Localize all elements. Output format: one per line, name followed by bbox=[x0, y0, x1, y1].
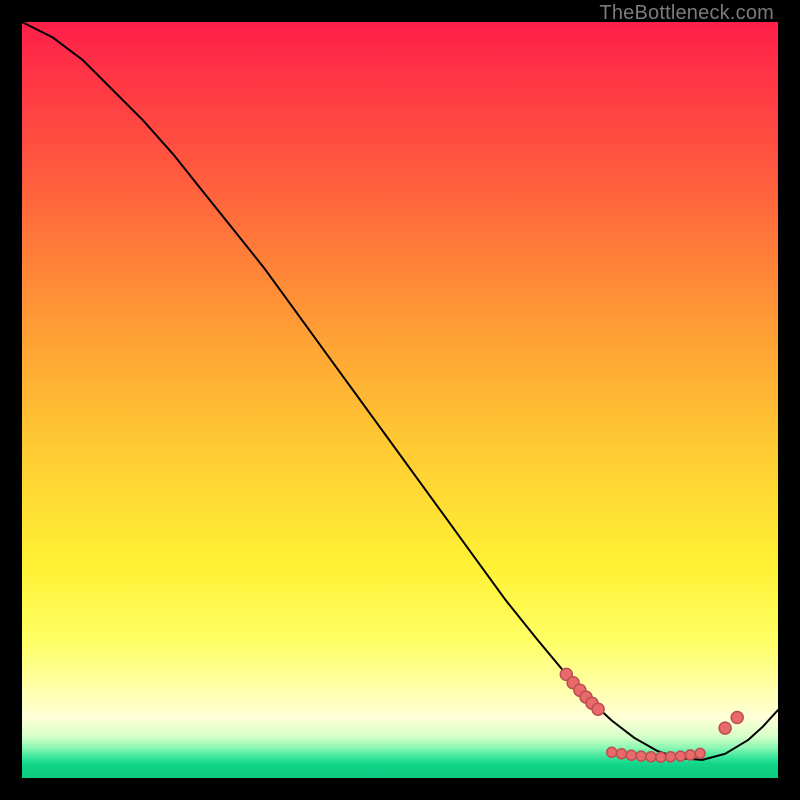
plot-area bbox=[22, 22, 778, 778]
data-marker bbox=[666, 752, 676, 762]
curve-svg bbox=[22, 22, 778, 778]
data-marker bbox=[656, 752, 666, 762]
data-marker bbox=[617, 749, 627, 759]
data-marker bbox=[607, 747, 617, 757]
data-marker bbox=[592, 703, 604, 715]
data-marker bbox=[636, 751, 646, 761]
data-marker bbox=[719, 722, 731, 734]
data-marker bbox=[731, 712, 743, 724]
data-marker bbox=[676, 751, 686, 761]
data-marker bbox=[685, 750, 695, 760]
curve-path bbox=[22, 22, 778, 760]
data-marker bbox=[626, 750, 636, 760]
data-marker bbox=[695, 748, 705, 758]
chart-frame: TheBottleneck.com bbox=[0, 0, 800, 800]
data-marker bbox=[646, 752, 656, 762]
watermark-text: TheBottleneck.com bbox=[599, 2, 774, 25]
